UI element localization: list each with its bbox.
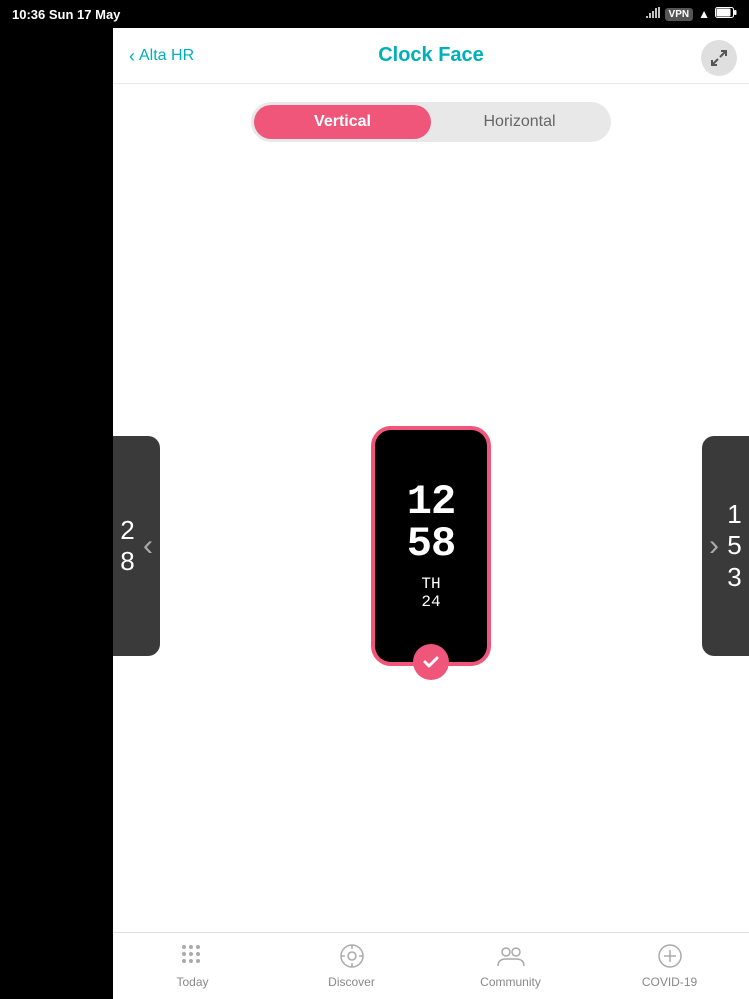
app-container: ‹ Alta HR Clock Face Vertical Horizontal… [113,28,749,999]
back-button[interactable]: ‹ Alta HR [129,47,194,65]
tab-today-label: Today [176,975,208,989]
select-clockface-button[interactable] [413,644,449,680]
tab-community[interactable]: Community [431,941,590,989]
watch-minutes: 58 [407,523,455,565]
watch-device[interactable]: 12 58 TH 24 [371,426,491,666]
prev-arrow[interactable]: ‹ [133,519,163,573]
today-icon [178,941,208,971]
tab-covid19-label: COVID-19 [642,975,697,989]
watch-day: TH [421,575,440,593]
watch-date: 24 [421,593,440,611]
discover-icon [337,941,367,971]
status-bar: 10:36 Sun 17 May VPN ▲ [0,0,749,28]
tab-community-label: Community [480,975,541,989]
signal-icon [646,7,660,22]
watch-hours: 12 [407,481,455,523]
segment-control: Vertical Horizontal [251,102,611,142]
battery-icon [715,7,737,21]
status-icons: VPN ▲ [646,7,737,22]
status-time-date: 10:36 Sun 17 May [12,7,120,22]
direction-icon: ▲ [698,7,710,21]
tab-today[interactable]: Today [113,941,272,989]
side-panel-right-text: 153 [727,499,741,593]
clock-area: 28 ‹ 12 58 TH 24 › 153 [113,160,749,932]
segment-horizontal[interactable]: Horizontal [431,105,608,139]
tab-covid19[interactable]: COVID-19 [590,941,749,989]
page-title: Clock Face [378,44,484,67]
header: ‹ Alta HR Clock Face [113,28,749,84]
back-label: Alta HR [139,47,194,65]
collapse-button[interactable] [701,40,737,76]
tab-bar: Today Discover [113,932,749,999]
segment-vertical[interactable]: Vertical [254,105,431,139]
vpn-badge: VPN [665,8,694,21]
tab-discover[interactable]: Discover [272,941,431,989]
next-arrow[interactable]: › [699,519,729,573]
community-icon [496,941,526,971]
back-chevron-icon: ‹ [129,47,135,65]
covid19-icon [655,941,685,971]
tab-discover-label: Discover [328,975,375,989]
